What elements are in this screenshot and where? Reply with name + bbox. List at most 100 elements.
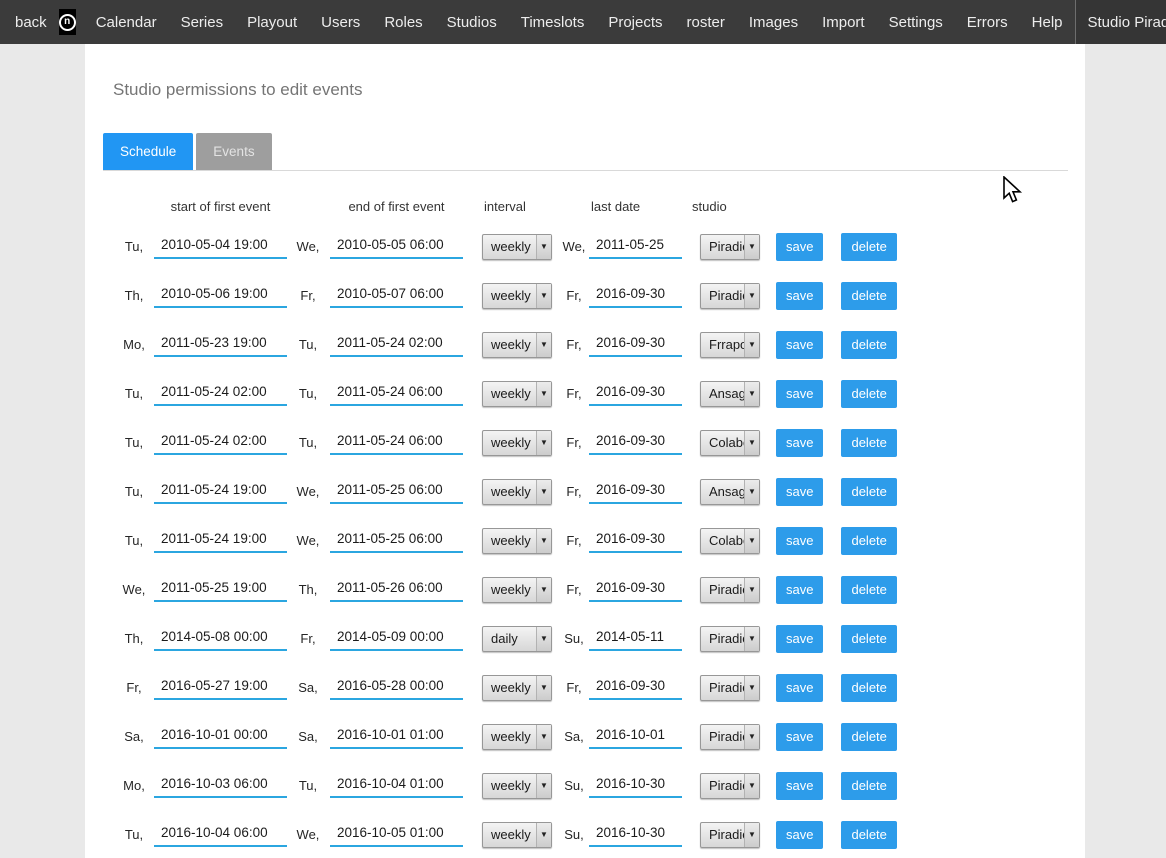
delete-button[interactable]: delete: [841, 429, 896, 457]
last-date-input[interactable]: [589, 480, 682, 504]
tab-schedule[interactable]: Schedule: [103, 133, 193, 170]
save-button[interactable]: save: [776, 821, 823, 849]
save-button[interactable]: save: [776, 380, 823, 408]
nav-item-users[interactable]: Users: [309, 14, 372, 31]
interval-select[interactable]: weekly ▼: [482, 822, 552, 848]
nav-item-roster[interactable]: roster: [675, 14, 737, 31]
delete-button[interactable]: delete: [841, 772, 896, 800]
nav-item-settings[interactable]: Settings: [877, 14, 955, 31]
last-date-input[interactable]: [589, 823, 682, 847]
last-date-input[interactable]: [589, 235, 682, 259]
delete-button[interactable]: delete: [841, 527, 896, 555]
nav-item-playout[interactable]: Playout: [235, 14, 309, 31]
studio-select[interactable]: Ansage ▼: [700, 381, 760, 407]
start-datetime-input[interactable]: [154, 578, 287, 602]
nav-item-timeslots[interactable]: Timeslots: [509, 14, 597, 31]
save-button[interactable]: save: [776, 429, 823, 457]
last-date-input[interactable]: [589, 382, 682, 406]
studio-select[interactable]: Piradio ▼: [700, 675, 760, 701]
end-datetime-input[interactable]: [330, 627, 463, 651]
last-date-input[interactable]: [589, 627, 682, 651]
interval-select[interactable]: weekly ▼: [482, 332, 552, 358]
start-datetime-input[interactable]: [154, 627, 287, 651]
studio-select[interactable]: Piradio ▼: [700, 577, 760, 603]
end-datetime-input[interactable]: [330, 823, 463, 847]
interval-select[interactable]: weekly ▼: [482, 381, 552, 407]
start-datetime-input[interactable]: [154, 725, 287, 749]
nav-item-calendar[interactable]: Calendar: [84, 14, 169, 31]
back-link[interactable]: back: [0, 14, 57, 31]
start-datetime-input[interactable]: [154, 235, 287, 259]
studio-select[interactable]: Ansage ▼: [700, 479, 760, 505]
end-datetime-input[interactable]: [330, 480, 463, 504]
start-datetime-input[interactable]: [154, 284, 287, 308]
interval-select[interactable]: weekly ▼: [482, 283, 552, 309]
save-button[interactable]: save: [776, 233, 823, 261]
start-datetime-input[interactable]: [154, 480, 287, 504]
save-button[interactable]: save: [776, 625, 823, 653]
interval-select[interactable]: weekly ▼: [482, 773, 552, 799]
save-button[interactable]: save: [776, 772, 823, 800]
nav-item-errors[interactable]: Errors: [955, 14, 1020, 31]
last-date-input[interactable]: [589, 333, 682, 357]
studio-select[interactable]: Piradio ▼: [700, 822, 760, 848]
start-datetime-input[interactable]: [154, 823, 287, 847]
end-datetime-input[interactable]: [330, 676, 463, 700]
save-button[interactable]: save: [776, 576, 823, 604]
nav-item-series[interactable]: Series: [169, 14, 236, 31]
interval-select[interactable]: weekly ▼: [482, 528, 552, 554]
start-datetime-input[interactable]: [154, 431, 287, 455]
last-date-input[interactable]: [589, 676, 682, 700]
nav-item-import[interactable]: Import: [810, 14, 877, 31]
studio-select[interactable]: Piradio ▼: [700, 626, 760, 652]
nav-item-help[interactable]: Help: [1020, 14, 1075, 31]
delete-button[interactable]: delete: [841, 821, 896, 849]
end-datetime-input[interactable]: [330, 578, 463, 602]
nav-item-projects[interactable]: Projects: [596, 14, 674, 31]
save-button[interactable]: save: [776, 674, 823, 702]
studio-select[interactable]: Piradio ▼: [700, 724, 760, 750]
save-button[interactable]: save: [776, 478, 823, 506]
end-datetime-input[interactable]: [330, 235, 463, 259]
interval-select[interactable]: weekly ▼: [482, 675, 552, 701]
nav-item-images[interactable]: Images: [737, 14, 810, 31]
interval-select[interactable]: weekly ▼: [482, 234, 552, 260]
save-button[interactable]: save: [776, 527, 823, 555]
studio-select[interactable]: Piradio ▼: [700, 773, 760, 799]
delete-button[interactable]: delete: [841, 233, 896, 261]
last-date-input[interactable]: [589, 725, 682, 749]
last-date-input[interactable]: [589, 774, 682, 798]
delete-button[interactable]: delete: [841, 478, 896, 506]
end-datetime-input[interactable]: [330, 284, 463, 308]
delete-button[interactable]: delete: [841, 380, 896, 408]
interval-select[interactable]: daily ▼: [482, 626, 552, 652]
last-date-input[interactable]: [589, 578, 682, 602]
start-datetime-input[interactable]: [154, 382, 287, 406]
start-datetime-input[interactable]: [154, 774, 287, 798]
end-datetime-input[interactable]: [330, 333, 463, 357]
studio-select[interactable]: Piradio ▼: [700, 234, 760, 260]
delete-button[interactable]: delete: [841, 723, 896, 751]
delete-button[interactable]: delete: [841, 625, 896, 653]
last-date-input[interactable]: [589, 431, 682, 455]
save-button[interactable]: save: [776, 282, 823, 310]
start-datetime-input[interactable]: [154, 333, 287, 357]
last-date-input[interactable]: [589, 529, 682, 553]
tab-events[interactable]: Events: [196, 133, 271, 170]
save-button[interactable]: save: [776, 723, 823, 751]
studio-select[interactable]: Piradio ▼: [700, 283, 760, 309]
delete-button[interactable]: delete: [841, 331, 896, 359]
studio-select[interactable]: Colabo ▼: [700, 430, 760, 456]
delete-button[interactable]: delete: [841, 576, 896, 604]
end-datetime-input[interactable]: [330, 382, 463, 406]
interval-select[interactable]: weekly ▼: [482, 479, 552, 505]
nav-item-roles[interactable]: Roles: [372, 14, 434, 31]
nav-item-studios[interactable]: Studios: [435, 14, 509, 31]
end-datetime-input[interactable]: [330, 529, 463, 553]
interval-select[interactable]: weekly ▼: [482, 724, 552, 750]
last-date-input[interactable]: [589, 284, 682, 308]
delete-button[interactable]: delete: [841, 282, 896, 310]
end-datetime-input[interactable]: [330, 725, 463, 749]
interval-select[interactable]: weekly ▼: [482, 430, 552, 456]
delete-button[interactable]: delete: [841, 674, 896, 702]
